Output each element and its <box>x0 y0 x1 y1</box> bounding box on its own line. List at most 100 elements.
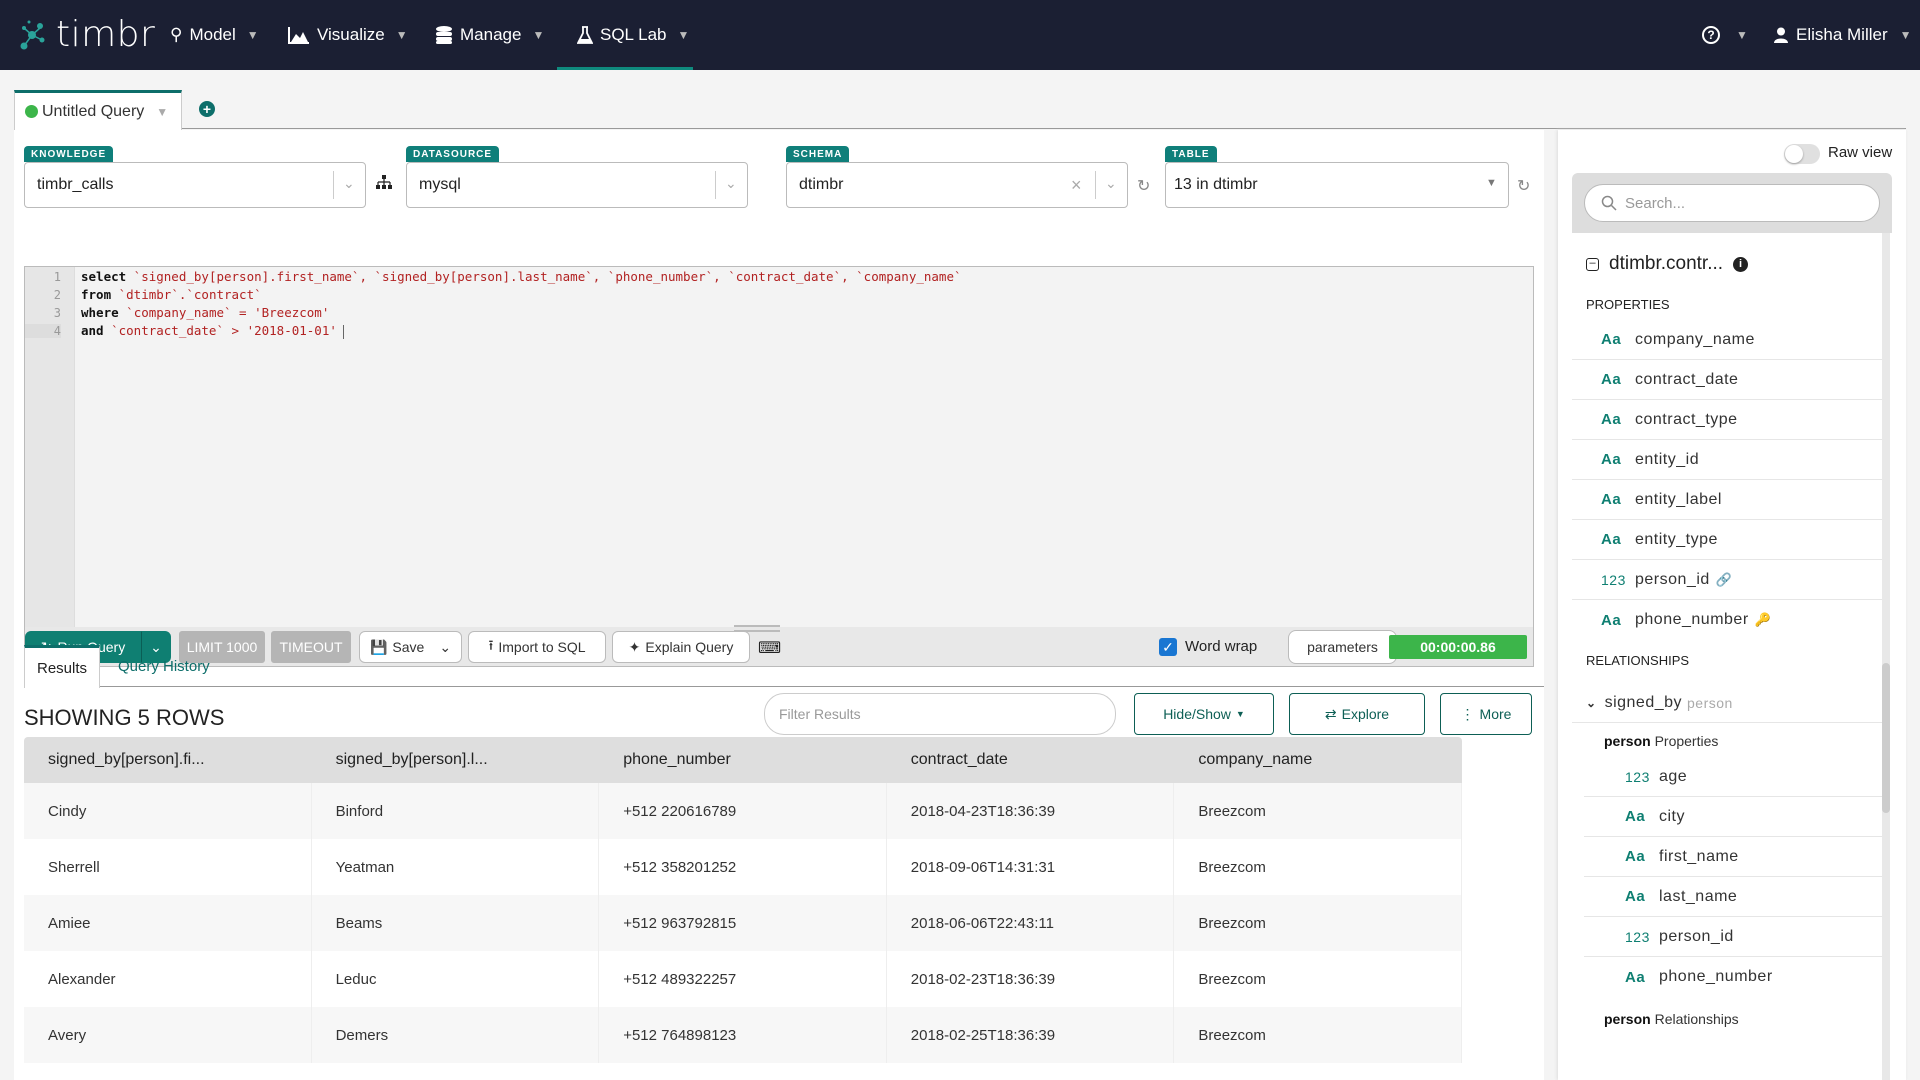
table-label: TABLE <box>1165 146 1217 162</box>
property-item[interactable]: Aa entity_id <box>1572 440 1882 480</box>
chevron-down-icon[interactable]: ⌄ <box>1105 175 1117 192</box>
table-select[interactable]: 13 in dtimbr ▼ <box>1165 162 1509 208</box>
property-name: contract_type <box>1635 410 1738 428</box>
number-type-icon: 123 <box>1625 768 1650 785</box>
tab-results[interactable]: Results <box>24 645 101 688</box>
chevron-down-icon: ▼ <box>246 28 259 42</box>
line-number: 1 <box>53 270 61 284</box>
raw-view-label: Raw view <box>1828 144 1893 161</box>
filter-results-input[interactable]: Filter Results <box>764 693 1116 735</box>
concept-name[interactable]: dtimbr.contr... <box>1609 253 1723 275</box>
property-item[interactable]: Aa city <box>1584 797 1882 837</box>
property-name: entity_id <box>1635 450 1700 468</box>
schema-search-input[interactable]: Search... <box>1584 184 1880 222</box>
property-item[interactable]: 123 person_id <box>1584 917 1882 957</box>
chevron-down-icon[interactable]: ⌄ <box>725 175 737 192</box>
schema-select[interactable]: dtimbr × ⌄ <box>786 162 1128 208</box>
scrollbar-thumb[interactable] <box>1882 663 1890 813</box>
datasource-select[interactable]: mysql ⌄ <box>406 162 748 208</box>
relationship-item[interactable]: ⌄ signed_by person <box>1572 683 1882 723</box>
datasource-label: DATASOURCE <box>406 146 500 162</box>
relationship-target: person <box>1687 694 1733 711</box>
resize-handle[interactable] <box>734 625 780 632</box>
property-name: entity_label <box>1635 490 1722 508</box>
key-icon: 🔑 <box>1754 612 1772 627</box>
nav-model[interactable]: ⚲ Model ▼ <box>170 0 259 70</box>
property-item[interactable]: Aa phone_number <box>1584 957 1882 997</box>
table-cell: Breezcom <box>1174 839 1462 895</box>
sql-editor[interactable]: 1 2 3 4 select `signed_by[person].first_… <box>24 266 1534 628</box>
property-name: contract_date <box>1635 370 1739 388</box>
code-line: select `signed_by[person].first_name`, `… <box>81 269 962 284</box>
table-cell: Alexander <box>24 951 312 1007</box>
divider <box>715 171 716 199</box>
caret-down-icon[interactable]: ▼ <box>1486 177 1497 189</box>
table-cell: 2018-02-25T18:36:39 <box>887 1007 1175 1063</box>
property-item[interactable]: 123 age <box>1584 757 1882 797</box>
query-tab[interactable]: Untitled Query ▼ <box>14 90 182 130</box>
schema-panel: Raw view Search... – dtimbr.contr... i P… <box>1558 130 1906 1080</box>
collapse-icon[interactable]: – <box>1586 257 1599 271</box>
table-cell: Leduc <box>312 951 600 1007</box>
property-name: person_id <box>1635 570 1710 588</box>
info-icon[interactable]: i <box>1733 256 1749 272</box>
property-item[interactable]: Aa entity_label <box>1572 480 1882 520</box>
table-cell: 2018-09-06T14:31:31 <box>887 839 1175 895</box>
top-navbar: timbr ⚲ Model ▼ Visualize ▼ Manage ▼ SQL… <box>0 0 1920 70</box>
property-item[interactable]: Aa phone_number 🔑 <box>1572 600 1882 640</box>
chevron-down-icon[interactable]: ▼ <box>156 105 168 119</box>
results-table: signed_by[person].fi... signed_by[person… <box>24 737 1462 1063</box>
explore-button[interactable]: ⇄ Explore <box>1289 693 1425 735</box>
hide-show-button[interactable]: Hide/Show ▼ <box>1134 693 1274 735</box>
property-item[interactable]: 123 person_id 🔗 <box>1572 560 1882 600</box>
tab-query-history[interactable]: Query History <box>106 645 222 687</box>
column-header[interactable]: contract_date <box>887 737 1175 783</box>
nav-manage[interactable]: Manage ▼ <box>435 0 544 70</box>
more-button[interactable]: ⋮ More <box>1440 693 1532 735</box>
sitemap-icon[interactable] <box>376 175 392 194</box>
divider <box>333 171 334 199</box>
property-name: age <box>1659 767 1688 785</box>
timbr-logo[interactable]: timbr <box>18 14 155 55</box>
raw-view-toggle[interactable] <box>1784 144 1820 164</box>
property-item[interactable]: Aa last_name <box>1584 877 1882 917</box>
clear-icon[interactable]: × <box>1071 175 1082 196</box>
property-item[interactable]: Aa company_name <box>1572 320 1882 360</box>
schema-scrollbar[interactable] <box>1882 233 1890 1080</box>
add-tab-button[interactable]: + <box>199 101 215 117</box>
nav-visualize[interactable]: Visualize ▼ <box>288 0 408 70</box>
nav-sql-lab[interactable]: SQL Lab ▼ <box>557 0 693 70</box>
refresh-icon[interactable]: ↻ <box>1137 176 1150 196</box>
table-cell: Binford <box>312 783 600 839</box>
column-header[interactable]: company_name <box>1174 737 1462 783</box>
chevron-down-icon[interactable]: ⌄ <box>343 175 355 192</box>
datasource-value: mysql <box>419 176 461 193</box>
chevron-down-icon[interactable]: ⌄ <box>1586 696 1597 710</box>
property-name: company_name <box>1635 330 1755 348</box>
text-type-icon: Aa <box>1625 808 1646 825</box>
property-item[interactable]: Aa contract_date <box>1572 360 1882 400</box>
column-header[interactable]: signed_by[person].fi... <box>24 737 312 783</box>
column-header[interactable]: signed_by[person].l... <box>312 737 600 783</box>
property-item[interactable]: Aa first_name <box>1584 837 1882 877</box>
table-cell: +512 489322257 <box>599 951 887 1007</box>
explore-label: Explore <box>1341 706 1390 722</box>
column-header[interactable]: phone_number <box>599 737 887 783</box>
refresh-icon[interactable]: ↻ <box>1517 176 1530 196</box>
user-menu[interactable]: Elisha Miller ▼ <box>1774 0 1912 70</box>
knowledge-graph-select[interactable]: timbr_calls ⌄ <box>24 162 366 208</box>
person-relationships-heading: person Relationships <box>1604 1011 1739 1027</box>
table-cell: +512 220616789 <box>599 783 887 839</box>
heading-bold: person <box>1604 1011 1651 1027</box>
properties-heading: PROPERTIES <box>1586 297 1670 312</box>
help-menu[interactable]: ? ▼ <box>1702 0 1748 70</box>
property-item[interactable]: Aa entity_type <box>1572 520 1882 560</box>
text-type-icon: Aa <box>1601 411 1622 428</box>
table-row: Alexander Leduc +512 489322257 2018-02-2… <box>24 951 1462 1007</box>
relationship-name: signed_by <box>1604 693 1683 711</box>
more-label: More <box>1479 706 1512 722</box>
property-item[interactable]: Aa contract_type <box>1572 400 1882 440</box>
text-type-icon: Aa <box>1601 331 1622 348</box>
line-number: 2 <box>53 288 61 302</box>
property-name: person_id <box>1659 927 1734 945</box>
